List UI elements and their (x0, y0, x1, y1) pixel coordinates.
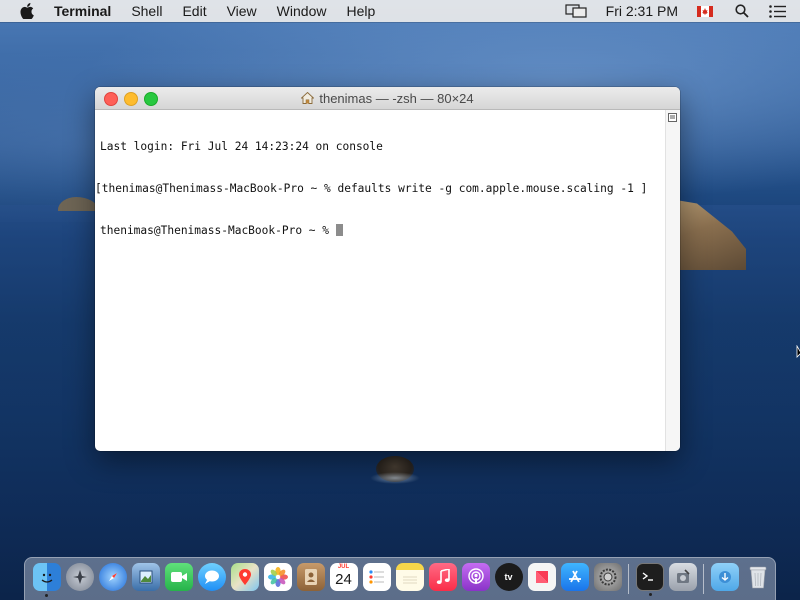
calendar-day: 24 (335, 571, 352, 588)
news-icon[interactable] (527, 563, 556, 591)
apple-icon[interactable] (20, 3, 34, 19)
display-mirroring-icon[interactable] (564, 4, 588, 18)
dock: JUL 24 tv (24, 557, 776, 600)
preview-icon[interactable] (131, 563, 160, 591)
menu-window[interactable]: Window (277, 3, 327, 19)
wallpaper-foam (370, 472, 420, 484)
menu-bar-clock[interactable]: Fri 2:31 PM (606, 3, 678, 19)
desktop[interactable]: Terminal Shell Edit View Window Help Fri… (0, 0, 800, 600)
menu-bar-extras: Fri 2:31 PM (564, 0, 800, 22)
text-cursor (335, 224, 343, 236)
split-view-icon[interactable] (668, 113, 677, 122)
zoom-window-button[interactable] (144, 92, 158, 106)
menu-bar: Terminal Shell Edit View Window Help Fri… (0, 0, 800, 22)
apple-tv-label: tv (504, 572, 513, 582)
messages-icon[interactable] (197, 563, 226, 591)
menu-view[interactable]: View (227, 3, 257, 19)
app-store-icon[interactable] (560, 563, 589, 591)
facetime-icon[interactable] (164, 563, 193, 591)
terminal-scrollbar[interactable] (665, 110, 680, 451)
mouse-pointer-icon (796, 345, 800, 358)
menu-edit[interactable]: Edit (182, 3, 206, 19)
calendar-month: JUL (337, 564, 350, 570)
reminders-icon[interactable] (362, 563, 391, 591)
terminal-prompt: thenimas@Thenimass-MacBook-Pro ~ % (100, 224, 336, 237)
window-title: thenimas — -zsh — 80×24 (301, 90, 474, 106)
spotlight-icon[interactable] (734, 4, 750, 18)
menu-help[interactable]: Help (346, 3, 375, 19)
calendar-icon[interactable]: JUL 24 (329, 563, 358, 591)
trash-icon[interactable] (744, 563, 772, 591)
home-icon (301, 92, 315, 104)
contacts-icon[interactable] (296, 563, 325, 591)
system-preferences-icon[interactable] (593, 563, 622, 591)
minimize-window-button[interactable] (124, 92, 138, 106)
photos-icon[interactable] (263, 563, 292, 591)
terminal-content[interactable]: Last login: Fri Jul 24 14:23:24 on conso… (95, 110, 666, 451)
dock-separator (628, 564, 629, 594)
downloads-folder-icon[interactable] (710, 563, 739, 591)
terminal-window[interactable]: thenimas — -zsh — 80×24 Last login: Fri … (95, 87, 680, 451)
menu-app-name[interactable]: Terminal (54, 3, 111, 19)
close-window-button[interactable] (104, 92, 118, 106)
terminal-line: [thenimas@Thenimass-MacBook-Pro ~ % defa… (95, 182, 648, 195)
terminal-prompt-line: thenimas@Thenimass-MacBook-Pro ~ % (100, 224, 666, 238)
canada-flag-icon[interactable] (696, 5, 714, 17)
finder-icon[interactable] (32, 563, 61, 597)
terminal-icon[interactable] (635, 563, 664, 596)
terminal-line: Last login: Fri Jul 24 14:23:24 on conso… (100, 140, 383, 153)
running-indicator (648, 593, 652, 596)
maps-icon[interactable] (230, 563, 259, 591)
menu-shell[interactable]: Shell (131, 3, 162, 19)
dock-separator (703, 564, 704, 594)
notes-icon[interactable] (395, 563, 424, 591)
terminal-title-bar[interactable]: thenimas — -zsh — 80×24 (95, 87, 680, 110)
podcasts-icon[interactable] (461, 563, 490, 591)
running-indicator (44, 594, 48, 597)
window-title-text: thenimas — -zsh — 80×24 (319, 90, 474, 106)
disk-utility-icon[interactable] (668, 563, 697, 591)
safari-icon[interactable] (98, 563, 127, 591)
music-icon[interactable] (428, 563, 457, 591)
launchpad-icon[interactable] (65, 563, 94, 591)
apple-tv-icon[interactable]: tv (494, 563, 523, 591)
notification-center-icon[interactable] (768, 4, 786, 18)
